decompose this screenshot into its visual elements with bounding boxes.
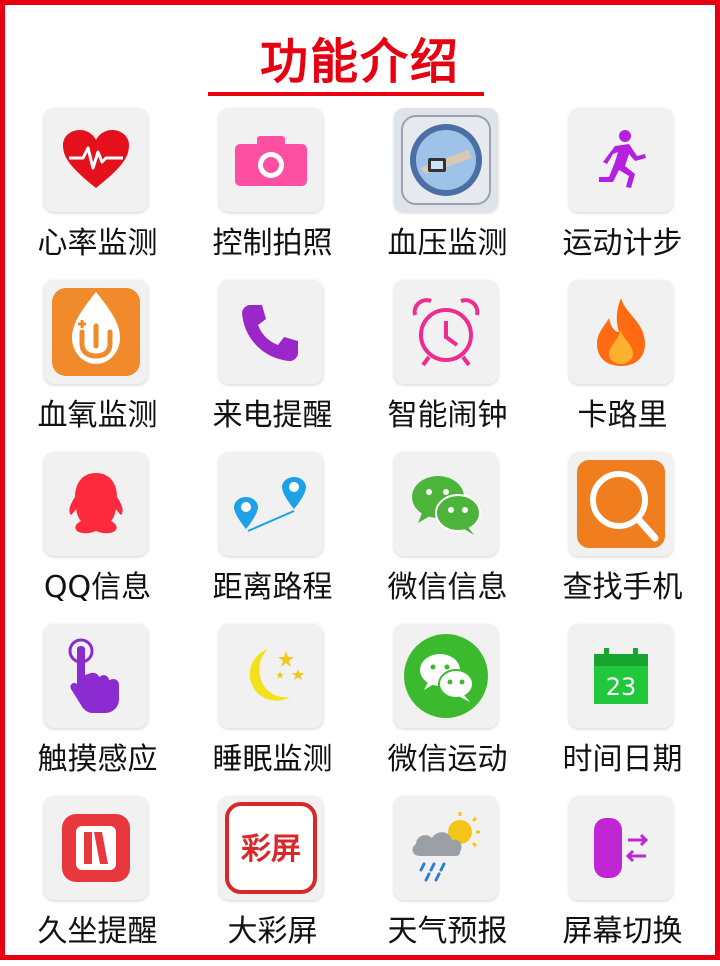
feature-label: 天气预报 [387, 914, 508, 949]
feature-label: 大彩屏 [227, 914, 318, 949]
feature-sleep: 睡眠监测 [185, 622, 360, 794]
feature-label: 智能闹钟 [387, 398, 508, 433]
feature-label: 微信运动 [387, 742, 508, 777]
feature-step-count: 运动计步 [535, 106, 710, 278]
feature-label: QQ信息 [43, 570, 152, 605]
screen-switch-icon [569, 796, 673, 900]
feature-label: 睡眠监测 [212, 742, 333, 777]
feature-camera: 控制拍照 [185, 106, 360, 278]
feature-row: 血氧监测 来电提醒 智能闹钟 卡路里 [10, 278, 710, 450]
calendar-day-text: 23 [606, 673, 637, 701]
feature-distance: 距离路程 [185, 450, 360, 622]
feature-smart-alarm: 智能闹钟 [360, 278, 535, 450]
feature-label: 微信信息 [387, 570, 508, 605]
phone-icon [219, 280, 323, 384]
feature-calories: 卡路里 [535, 278, 710, 450]
feature-blood-oxygen: 血氧监测 [10, 278, 185, 450]
feature-label: 运动计步 [562, 226, 683, 261]
feature-row: 触摸感应 睡眠监测 微信运动 23 时间日期 [10, 622, 710, 794]
feature-label: 查找手机 [562, 570, 683, 605]
running-icon [569, 108, 673, 212]
flame-icon [569, 280, 673, 384]
blood-pressure-icon [394, 108, 498, 212]
feature-blood-pressure: 血压监测 [360, 106, 535, 278]
feature-find-phone: 查找手机 [535, 450, 710, 622]
magnifier-icon [569, 452, 673, 556]
blood-oxygen-icon [44, 280, 148, 384]
feature-color-screen: 彩屏 大彩屏 [185, 794, 360, 966]
wechat-icon [394, 452, 498, 556]
feature-wechat-message: 微信信息 [360, 450, 535, 622]
feature-row: QQ信息 距离路程 微信信息 查找手机 [10, 450, 710, 622]
wechat-sport-icon [394, 624, 498, 728]
camera-icon [219, 108, 323, 212]
feature-wechat-sport: 微信运动 [360, 622, 535, 794]
feature-label: 血氧监测 [37, 398, 158, 433]
calendar-icon: 23 [569, 624, 673, 728]
feature-screen-switch: 屏幕切换 [535, 794, 710, 966]
feature-incoming-call: 来电提醒 [185, 278, 360, 450]
color-screen-icon: 彩屏 [219, 796, 323, 900]
qq-penguin-icon [44, 452, 148, 556]
feature-label: 心率监测 [37, 226, 158, 261]
alarm-clock-icon [394, 280, 498, 384]
moon-stars-icon [219, 624, 323, 728]
heart-rate-icon [44, 108, 148, 212]
feature-row: 心率监测 控制拍照 血压监测 运动计步 [10, 106, 710, 278]
title-underline [208, 92, 484, 96]
feature-time-date: 23 时间日期 [535, 622, 710, 794]
feature-label: 来电提醒 [212, 398, 333, 433]
feature-label: 时间日期 [562, 742, 683, 777]
feature-label: 卡路里 [577, 398, 668, 433]
touch-hand-icon [44, 624, 148, 728]
feature-touch-sensing: 触摸感应 [10, 622, 185, 794]
feature-label: 久坐提醒 [37, 914, 158, 949]
weather-icon [394, 796, 498, 900]
feature-heart-rate: 心率监测 [10, 106, 185, 278]
feature-label: 控制拍照 [212, 226, 333, 261]
feature-grid: 心率监测 控制拍照 血压监测 运动计步 血氧监测 来电提醒 智能闹钟 卡路里 Q… [10, 106, 710, 966]
feature-qq-message: QQ信息 [10, 450, 185, 622]
page-title: 功能介绍 [259, 34, 460, 90]
feature-label: 触摸感应 [37, 742, 158, 777]
feature-label: 距离路程 [212, 570, 333, 605]
feature-weather: 天气预报 [360, 794, 535, 966]
feature-label: 血压监测 [387, 226, 508, 261]
route-pins-icon [219, 452, 323, 556]
sedentary-icon [44, 796, 148, 900]
feature-label: 屏幕切换 [562, 914, 683, 949]
color-screen-icon-text: 彩屏 [241, 832, 301, 867]
feature-row: 久坐提醒 彩屏 大彩屏 天气预报 屏幕切换 [10, 794, 710, 966]
feature-sedentary-reminder: 久坐提醒 [10, 794, 185, 966]
